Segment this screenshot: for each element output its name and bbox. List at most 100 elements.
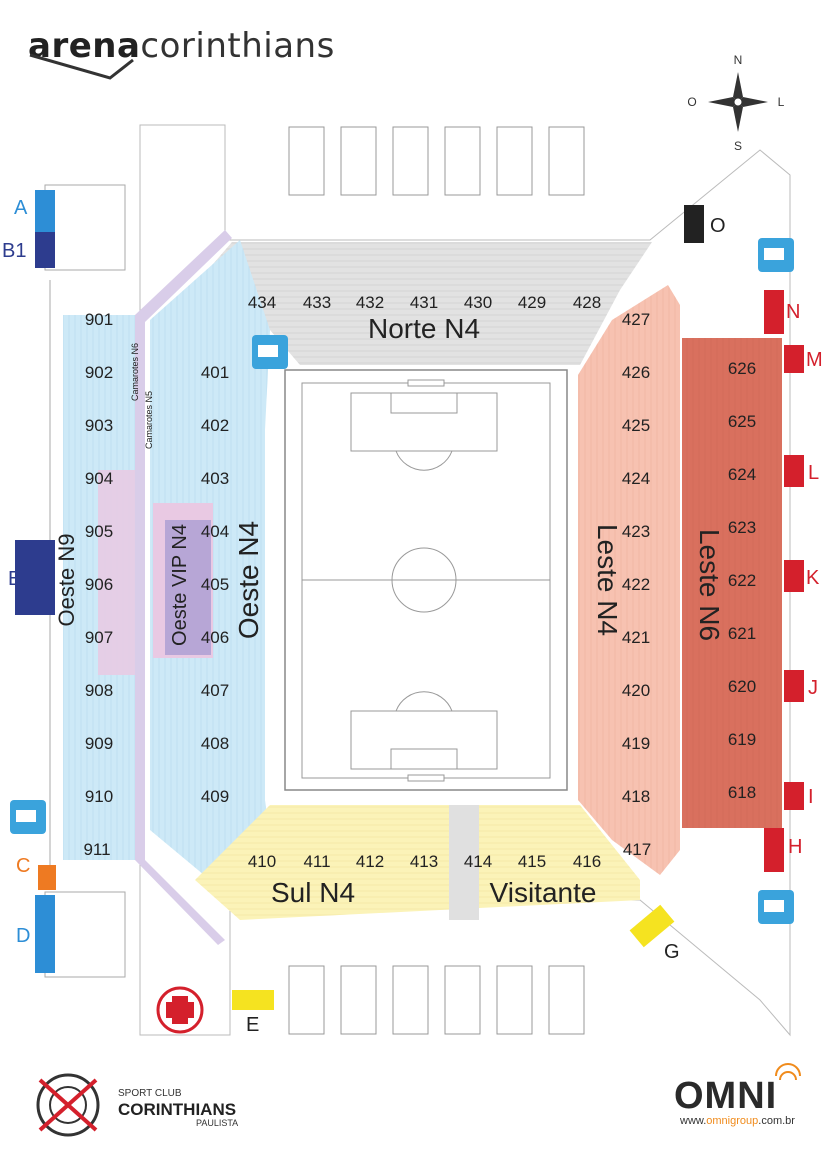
seat-number[interactable]: 433 <box>303 293 331 312</box>
seat-number[interactable]: 909 <box>85 734 113 753</box>
seat-number[interactable]: 621 <box>728 624 756 643</box>
seat-number[interactable]: 412 <box>356 852 384 871</box>
seat-number[interactable]: 417 <box>623 840 651 859</box>
seat-number[interactable]: 624 <box>728 465 756 484</box>
gate-label-m: M <box>806 349 823 371</box>
seat-number[interactable]: 426 <box>622 363 650 382</box>
club-sub: PAULISTA <box>196 1118 239 1128</box>
omni-url-suffix: .com.br <box>758 1115 795 1127</box>
gate-l[interactable] <box>784 455 804 487</box>
seat-number[interactable]: 620 <box>728 677 756 696</box>
club-name: CORINTHIANS <box>118 1100 237 1119</box>
seat-number[interactable]: 622 <box>728 571 756 590</box>
seat-number[interactable]: 430 <box>464 293 492 312</box>
seat-number[interactable]: 406 <box>201 628 229 647</box>
seat-number[interactable]: 416 <box>573 852 601 871</box>
seat-number[interactable]: 904 <box>85 469 113 488</box>
gate-label-j: J <box>808 677 818 699</box>
gate-o[interactable] <box>684 205 704 243</box>
seat-number[interactable]: 428 <box>573 293 601 312</box>
seat-number[interactable]: 907 <box>85 628 113 647</box>
stadium-svg: N S O L Norte N4 Oeste N4 Oeste VIP N4 O… <box>2 53 823 1137</box>
gate-j[interactable] <box>784 670 804 702</box>
gate-label-o: O <box>710 215 726 237</box>
seat-number[interactable]: 908 <box>85 681 113 700</box>
seat-number[interactable]: 404 <box>201 522 229 541</box>
seat-number[interactable]: 623 <box>728 518 756 537</box>
gate-label-g: G <box>664 941 680 963</box>
seat-number[interactable]: 424 <box>622 469 650 488</box>
seat-number[interactable]: 429 <box>518 293 546 312</box>
ambulance-icon <box>252 335 288 369</box>
seat-number[interactable]: 422 <box>622 575 650 594</box>
label-sul: Sul N4 <box>271 877 355 908</box>
first-aid-icon <box>156 986 204 1034</box>
gate-n[interactable] <box>764 290 784 334</box>
seat-number[interactable]: 625 <box>728 412 756 431</box>
gate-k[interactable] <box>784 560 804 592</box>
seat-number[interactable]: 901 <box>85 310 113 329</box>
seat-number[interactable]: 434 <box>248 293 276 312</box>
ambulance-icon <box>758 238 794 272</box>
seat-number[interactable]: 402 <box>201 416 229 435</box>
seat-number[interactable]: 906 <box>85 575 113 594</box>
seat-number[interactable]: 408 <box>201 734 229 753</box>
seat-number[interactable]: 427 <box>622 310 650 329</box>
gate-label-d: D <box>16 925 30 947</box>
gate-label-a: A <box>14 197 28 219</box>
gate-m[interactable] <box>784 345 804 373</box>
seat-number[interactable]: 418 <box>622 787 650 806</box>
gate-label-i: I <box>808 786 814 808</box>
gate-a[interactable] <box>35 190 55 232</box>
omni-logo: OMNI <box>674 1075 778 1117</box>
seat-number[interactable]: 432 <box>356 293 384 312</box>
seat-number[interactable]: 911 <box>83 840 110 859</box>
gate-i[interactable] <box>784 782 804 810</box>
gate-label-k: K <box>806 567 820 589</box>
seat-number[interactable]: 413 <box>410 852 438 871</box>
omni-url[interactable]: www.omnigroup.com.br <box>680 1115 795 1127</box>
label-oeste: Oeste N4 <box>233 521 264 639</box>
gate-e[interactable] <box>232 990 274 1010</box>
gate-c[interactable] <box>38 865 56 890</box>
gate-label-h: H <box>788 836 802 858</box>
seat-number[interactable]: 905 <box>85 522 113 541</box>
seat-number[interactable]: 414 <box>464 852 492 871</box>
seat-number[interactable]: 415 <box>518 852 546 871</box>
compass-l: L <box>778 95 785 109</box>
label-camarotes-n5: Camarotes N5 <box>144 391 154 449</box>
seat-number[interactable]: 910 <box>85 787 113 806</box>
seat-number[interactable]: 902 <box>85 363 113 382</box>
omni-url-prefix: www. <box>680 1115 707 1127</box>
gate-b1[interactable] <box>35 232 55 268</box>
seat-number[interactable]: 409 <box>201 787 229 806</box>
seat-number[interactable]: 423 <box>622 522 650 541</box>
seat-number[interactable]: 419 <box>622 734 650 753</box>
omni-url-accent: omnigroup <box>706 1115 759 1127</box>
gate-h[interactable] <box>764 828 784 872</box>
seat-number[interactable]: 431 <box>410 293 438 312</box>
seat-number[interactable]: 420 <box>622 681 650 700</box>
label-visitante: Visitante <box>490 877 597 908</box>
gate-label-c: C <box>16 855 30 877</box>
logo-swoosh <box>29 53 134 80</box>
seat-number[interactable]: 903 <box>85 416 113 435</box>
club-small-label: SPORT CLUB <box>118 1088 182 1099</box>
seat-number[interactable]: 405 <box>201 575 229 594</box>
stadium-map: arenacorinthians N S O L Norte N4 Oeste … <box>0 0 826 1169</box>
left-building-top <box>44 184 126 271</box>
compass-n: N <box>734 53 743 67</box>
seat-number[interactable]: 619 <box>728 730 756 749</box>
seat-number[interactable]: 421 <box>622 628 650 647</box>
seat-number[interactable]: 403 <box>201 469 229 488</box>
seat-number[interactable]: 618 <box>728 783 756 802</box>
gate-d[interactable] <box>35 895 55 973</box>
seat-number[interactable]: 401 <box>201 363 229 382</box>
seat-number[interactable]: 411 <box>303 852 330 871</box>
seat-number[interactable]: 425 <box>622 416 650 435</box>
seat-number[interactable]: 407 <box>201 681 229 700</box>
seat-number[interactable]: 410 <box>248 852 276 871</box>
ambulance-icon <box>758 890 794 924</box>
seat-number[interactable]: 626 <box>728 359 756 378</box>
compass-s: S <box>734 139 742 153</box>
